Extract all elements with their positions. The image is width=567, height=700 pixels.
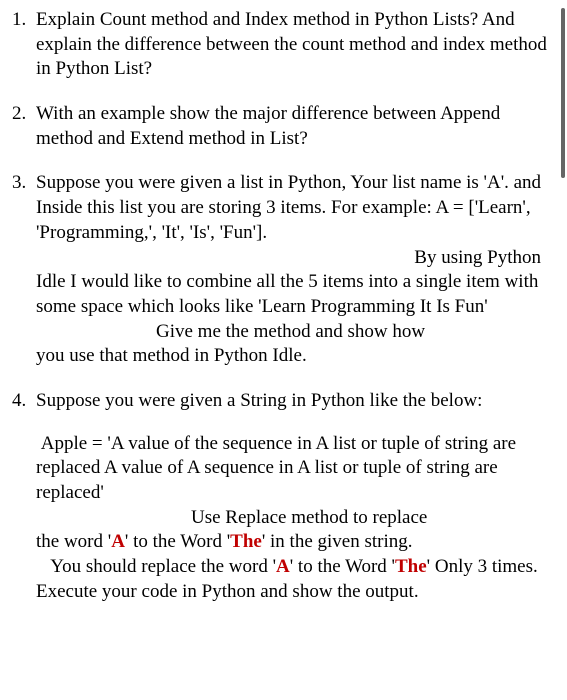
text-fragment: ' to the Word ' bbox=[290, 556, 395, 577]
question-text: You should replace the word 'A' to the W… bbox=[36, 555, 551, 580]
question-text: Give me the method and show how bbox=[36, 320, 551, 345]
replace-to: The bbox=[395, 556, 427, 577]
question-text: the word 'A' to the Word 'The' in the gi… bbox=[36, 530, 551, 555]
list-item: Suppose you were given a String in Pytho… bbox=[12, 389, 551, 605]
question-text: Use Replace method to replace bbox=[36, 506, 551, 531]
list-item: With an example show the major differenc… bbox=[12, 102, 551, 151]
text-fragment: ' in the given string. bbox=[262, 531, 413, 552]
replace-from: A bbox=[111, 531, 125, 552]
question-text: By using Python bbox=[36, 246, 551, 271]
question-text: Explain Count method and Index method in… bbox=[36, 8, 551, 82]
text-fragment: ' to the Word ' bbox=[125, 531, 230, 552]
text-fragment: ' Only 3 times. bbox=[427, 556, 538, 577]
question-text: Apple = 'A value of the sequence in A li… bbox=[36, 432, 551, 506]
replace-to: The bbox=[230, 531, 262, 552]
replace-from: A bbox=[276, 556, 290, 577]
question-text: With an example show the major differenc… bbox=[36, 102, 551, 151]
list-item: Suppose you were given a list in Python,… bbox=[12, 171, 551, 369]
list-item: Explain Count method and Index method in… bbox=[12, 8, 551, 82]
question-text: Suppose you were given a String in Pytho… bbox=[36, 389, 551, 414]
scrollbar-thumb[interactable] bbox=[561, 8, 565, 178]
text-fragment: You should replace the word ' bbox=[36, 556, 276, 577]
question-text: you use that method in Python Idle. bbox=[36, 344, 551, 369]
question-list: Explain Count method and Index method in… bbox=[12, 8, 551, 604]
text-fragment: the word ' bbox=[36, 531, 111, 552]
question-text: Execute your code in Python and show the… bbox=[36, 580, 551, 605]
question-text: Suppose you were given a list in Python,… bbox=[36, 171, 551, 245]
question-text: Idle I would like to combine all the 5 i… bbox=[36, 270, 551, 319]
